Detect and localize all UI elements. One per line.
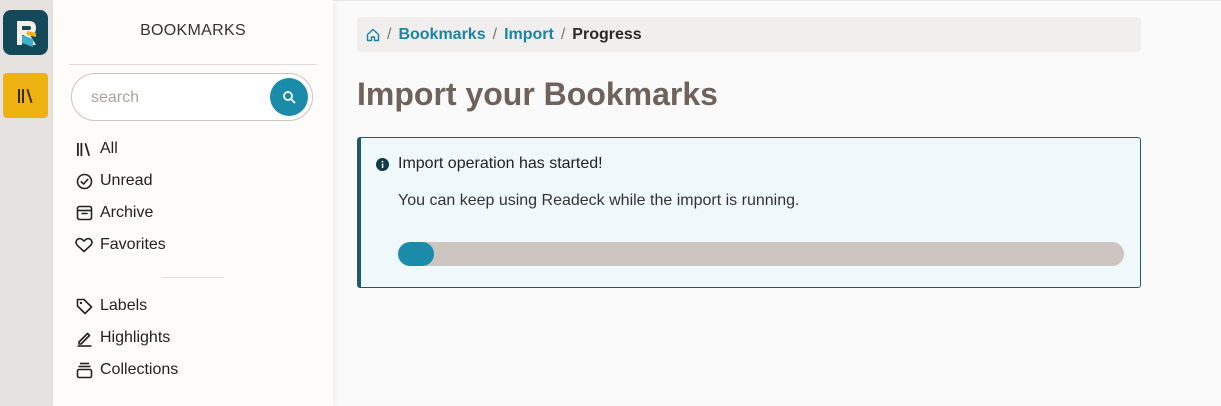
top-border bbox=[333, 0, 1221, 1]
library-icon bbox=[75, 140, 93, 158]
sidebar-item-highlights[interactable]: Highlights bbox=[75, 327, 170, 349]
sidebar-item-collections[interactable]: Collections bbox=[75, 359, 178, 381]
progress-fill bbox=[398, 242, 435, 266]
sidebar-item-all[interactable]: All bbox=[75, 138, 118, 160]
sidebar-title: BOOKMARKS bbox=[140, 22, 246, 39]
stack-icon bbox=[75, 361, 93, 379]
info-icon bbox=[376, 157, 389, 171]
home-icon[interactable] bbox=[366, 28, 380, 42]
sidebar: BOOKMARKS All Unread bbox=[53, 0, 333, 406]
divider bbox=[69, 64, 317, 65]
check-circle-icon bbox=[75, 172, 93, 190]
sidebar-item-labels[interactable]: Labels bbox=[75, 295, 147, 317]
sidebar-item-label: Unread bbox=[100, 172, 153, 189]
sidebar-item-label: Favorites bbox=[100, 236, 166, 253]
app-logo[interactable] bbox=[3, 10, 48, 55]
search-icon bbox=[283, 91, 296, 104]
tag-icon bbox=[75, 297, 93, 315]
sidebar-item-favorites[interactable]: Favorites bbox=[75, 234, 166, 256]
sidebar-item-unread[interactable]: Unread bbox=[75, 170, 152, 192]
bookmarks-rail-button[interactable] bbox=[3, 73, 48, 118]
alert-message: You can keep using Readeck while the imp… bbox=[398, 192, 800, 209]
sidebar-item-archive[interactable]: Archive bbox=[75, 202, 153, 224]
search-box bbox=[71, 73, 313, 121]
app-rail bbox=[0, 0, 53, 406]
breadcrumb-separator: / bbox=[560, 25, 566, 43]
sidebar-item-label: Collections bbox=[100, 361, 179, 378]
breadcrumb-separator: / bbox=[387, 25, 392, 43]
breadcrumb-link-bookmarks[interactable]: Bookmarks bbox=[398, 26, 485, 44]
breadcrumb-current: Progress bbox=[572, 25, 642, 43]
search-button[interactable] bbox=[270, 78, 308, 116]
archive-box-icon bbox=[75, 204, 93, 222]
breadcrumb: / Bookmarks / Import / Progress bbox=[357, 17, 1141, 52]
import-progress-bar bbox=[398, 242, 1124, 266]
import-status-alert: Import operation has started! You can ke… bbox=[357, 137, 1141, 288]
search-input[interactable] bbox=[91, 86, 261, 110]
sidebar-item-label: Archive bbox=[100, 204, 154, 221]
heart-icon bbox=[75, 236, 93, 254]
pen-icon bbox=[75, 329, 93, 347]
divider bbox=[162, 277, 224, 278]
alert-heading-text: Import operation has started! bbox=[398, 155, 603, 172]
library-icon bbox=[17, 88, 32, 103]
sidebar-item-label: All bbox=[100, 140, 118, 157]
sidebar-item-label: Labels bbox=[100, 297, 148, 314]
alert-heading: Import operation has started! bbox=[376, 155, 603, 173]
sidebar-item-label: Highlights bbox=[100, 329, 171, 346]
breadcrumb-link-import[interactable]: Import bbox=[504, 26, 554, 44]
page-title: Import your Bookmarks bbox=[357, 76, 718, 112]
breadcrumb-separator: / bbox=[492, 25, 498, 43]
